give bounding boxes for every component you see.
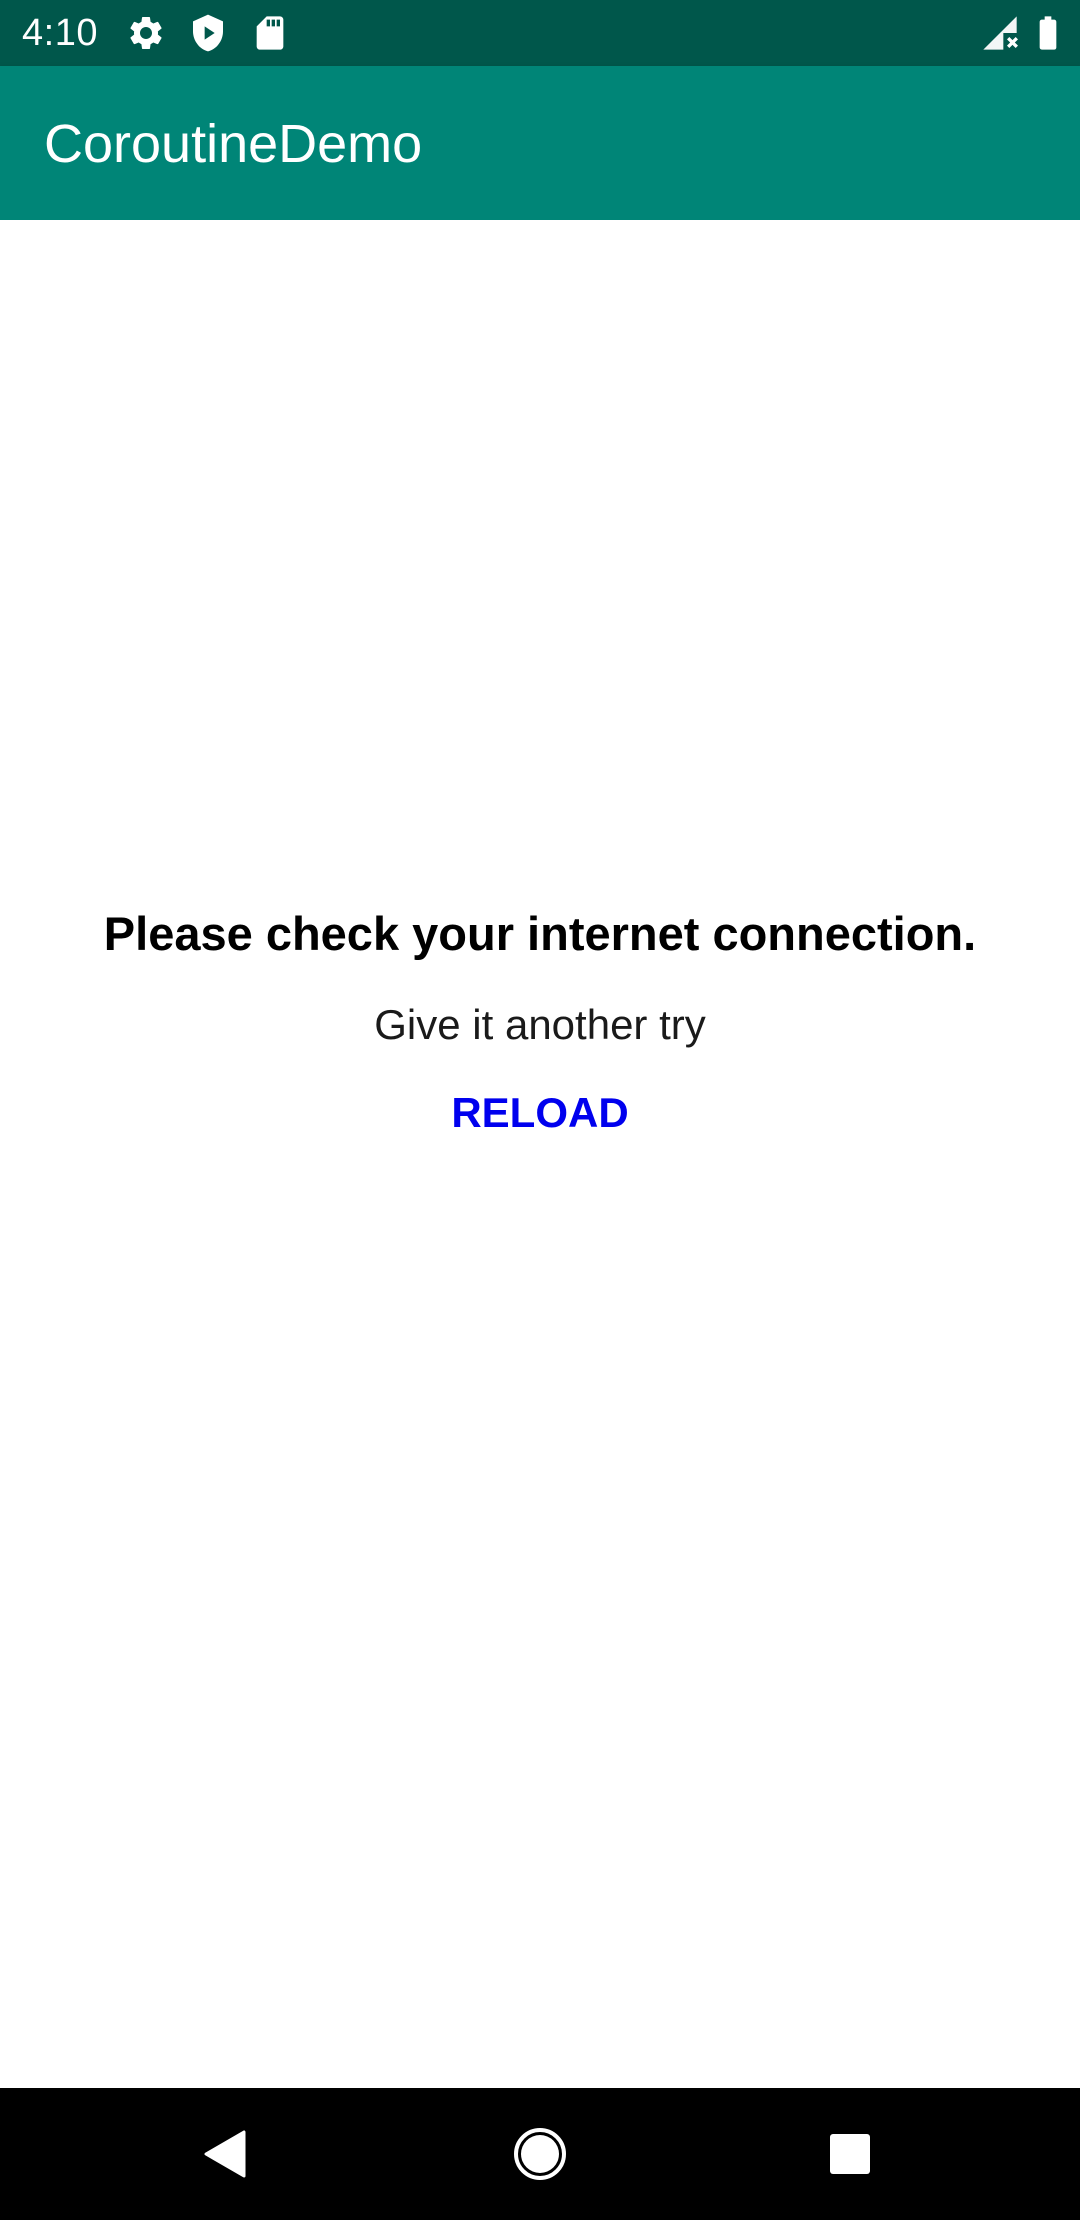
status-bar: 4:10 bbox=[0, 0, 1080, 66]
battery-icon bbox=[1028, 13, 1068, 53]
app-title: CoroutineDemo bbox=[44, 114, 423, 174]
shield-play-icon bbox=[188, 13, 228, 53]
reload-button[interactable]: RELOAD bbox=[440, 1078, 640, 1148]
content-area bbox=[0, 220, 1080, 2088]
recents-icon[interactable] bbox=[806, 2110, 894, 2198]
error-subtitle: Give it another try bbox=[374, 1001, 706, 1048]
error-title: Please check your internet connection. bbox=[103, 907, 977, 960]
navigation-bar bbox=[0, 2088, 1080, 2220]
app-screen: 4:10 CoroutineDemo Please check your int… bbox=[0, 0, 1080, 2220]
home-icon[interactable] bbox=[496, 2110, 584, 2198]
app-bar: CoroutineDemo bbox=[0, 66, 1080, 220]
signal-no-data-icon bbox=[980, 13, 1020, 53]
settings-icon bbox=[126, 13, 166, 53]
sd-card-icon bbox=[250, 13, 290, 53]
status-time: 4:10 bbox=[22, 12, 98, 54]
back-icon[interactable] bbox=[182, 2110, 270, 2198]
